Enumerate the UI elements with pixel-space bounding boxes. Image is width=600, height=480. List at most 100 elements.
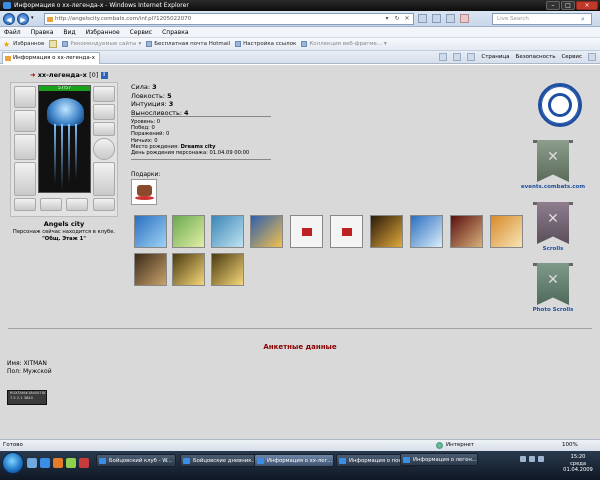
name-label: Имя: [7, 360, 22, 367]
show-desktop-icon[interactable] [27, 458, 37, 468]
favorites-button[interactable]: ★ Избранное [3, 40, 44, 49]
section-divider [8, 328, 592, 329]
app-quicklaunch-icon[interactable] [79, 458, 89, 468]
events-link[interactable]: events.combats.com [518, 184, 588, 190]
rss-icon[interactable] [432, 14, 441, 23]
photo-scrolls-link[interactable]: Photo Scrolls [518, 307, 588, 313]
menu-help[interactable]: Справка [162, 27, 188, 37]
taskbar-item[interactable]: Бойцовский клуб - W... [96, 454, 176, 467]
pants-slot[interactable] [93, 198, 115, 211]
bracer-slot[interactable] [66, 198, 88, 211]
fav-item-hotmail[interactable]: Бесплатная почта Hotmail [146, 41, 230, 47]
gift-item[interactable] [290, 215, 323, 248]
crossed-swords-icon: ✕ [547, 211, 559, 227]
taskbar-item[interactable]: Бойцовские дневник... [180, 454, 260, 467]
character-meta: Уровень: 0 Побед: 0 Поражений: 0 Ничьих:… [131, 119, 249, 156]
armor-slot[interactable] [14, 162, 36, 196]
combats-logo[interactable] [538, 83, 582, 127]
network-icon[interactable] [520, 456, 526, 462]
ring-slot[interactable] [93, 122, 115, 136]
help-icon[interactable] [588, 53, 596, 61]
menu-file[interactable]: Файл [4, 27, 21, 37]
tools-menu[interactable]: Сервис [561, 53, 582, 62]
refresh-button[interactable] [446, 14, 455, 23]
taskbar-item-active[interactable]: Информация о хх-лег... [254, 454, 334, 467]
earring-slot[interactable] [93, 86, 115, 102]
gender-field: Пол: Мужской [7, 368, 52, 375]
close-button[interactable]: × [576, 1, 598, 10]
gift-item[interactable] [250, 215, 283, 248]
gift-item[interactable] [330, 215, 363, 248]
search-input[interactable]: Live Search ⌕ [492, 13, 592, 25]
amulet-slot[interactable] [14, 110, 36, 132]
app-quicklaunch-icon[interactable] [66, 458, 76, 468]
feeds-icon[interactable] [453, 53, 462, 61]
back-button[interactable]: ◀ [3, 13, 15, 25]
navigation-bar: ◀ ▶ ▾ http://angelscity.combats.com/inf.… [0, 11, 600, 27]
maximize-button[interactable]: □ [561, 1, 575, 10]
window-title: Информация о хх-легенда-х - Windows Inte… [14, 2, 189, 9]
clock[interactable]: 15:20 среда 01.04.2009 [560, 454, 596, 474]
shield-slot[interactable] [93, 138, 115, 160]
events-banner[interactable]: ✕ [533, 140, 573, 184]
gift-item[interactable] [211, 215, 244, 248]
scrolls-link[interactable]: Scrolls [518, 246, 588, 252]
zoom-level[interactable]: 100% [562, 440, 578, 451]
gloves-slot[interactable] [40, 198, 62, 211]
boots-slot[interactable] [93, 162, 115, 196]
menu-tools[interactable]: Сервис [130, 27, 152, 37]
start-button[interactable] [2, 452, 24, 474]
menu-view[interactable]: Вид [63, 27, 75, 37]
ie-quicklaunch-icon[interactable] [40, 458, 50, 468]
stop-button[interactable] [460, 14, 469, 23]
status-bar: Готово Интернет 100% [0, 439, 600, 451]
fav-item-suggested[interactable]: Рекомендуемые сайты ▾ [62, 41, 141, 47]
search-icon[interactable]: ⌕ [581, 15, 589, 23]
fav-item-webslice-gallery[interactable]: Коллекция веб-фрагме... ▾ [301, 41, 387, 47]
gift-rocking-horse[interactable] [131, 179, 157, 205]
gift-item[interactable] [172, 215, 205, 248]
site-counter[interactable]: ROXTAM#1840078CS 7.5 2.1 3840 [7, 390, 47, 405]
gift-item[interactable] [450, 215, 483, 248]
search-placeholder: Live Search [497, 16, 529, 22]
refresh-icon[interactable]: ↻ [393, 15, 401, 23]
home-icon[interactable] [439, 53, 448, 61]
gift-item[interactable] [172, 253, 205, 286]
birthplace-value: Dreams city [180, 143, 216, 150]
print-icon[interactable] [467, 53, 476, 61]
address-bar[interactable]: http://angelscity.combats.com/inf.pl?120… [44, 13, 414, 25]
gift-item[interactable] [370, 215, 403, 248]
compat-view-icon[interactable] [418, 14, 427, 23]
tab-character-info[interactable]: Информация о хх-легенда-х [2, 52, 100, 64]
scrolls-banner[interactable]: ✕ [533, 202, 573, 246]
menu-edit[interactable]: Правка [31, 27, 54, 37]
page-menu[interactable]: Страница [481, 53, 509, 62]
info-icon[interactable]: i [100, 71, 108, 79]
address-dropdown-icon[interactable]: ▾ [383, 15, 391, 23]
necklace-slot[interactable] [93, 104, 115, 120]
fav-item-customize-links[interactable]: Настройка ссылок [235, 41, 296, 47]
photo-scrolls-banner[interactable]: ✕ [533, 263, 573, 307]
tray-app-icon[interactable] [538, 456, 544, 462]
safety-menu[interactable]: Безопасность [516, 53, 556, 62]
gift-item[interactable] [490, 215, 523, 248]
gift-item[interactable] [134, 253, 167, 286]
helmet-slot[interactable] [14, 86, 36, 108]
media-player-icon[interactable] [53, 458, 63, 468]
taskbar-item[interactable]: Информация о леген... [400, 453, 478, 466]
history-dropdown-icon[interactable]: ▾ [31, 15, 34, 21]
stop-icon[interactable]: ✕ [403, 15, 411, 23]
gift-item[interactable] [410, 215, 443, 248]
forward-button[interactable]: ▶ [17, 13, 29, 25]
strength-label: Сила: [131, 83, 151, 91]
weapon-slot[interactable] [14, 134, 36, 160]
security-zone[interactable]: Интернет [436, 440, 474, 451]
volume-icon[interactable] [529, 456, 535, 462]
minimize-button[interactable]: – [546, 1, 560, 10]
gift-item[interactable] [134, 215, 167, 248]
link-icon [301, 41, 308, 47]
gift-item[interactable] [211, 253, 244, 286]
add-favorite-icon[interactable] [49, 40, 58, 48]
belt-slot[interactable] [14, 198, 36, 211]
menu-favorites[interactable]: Избранное [86, 27, 120, 37]
